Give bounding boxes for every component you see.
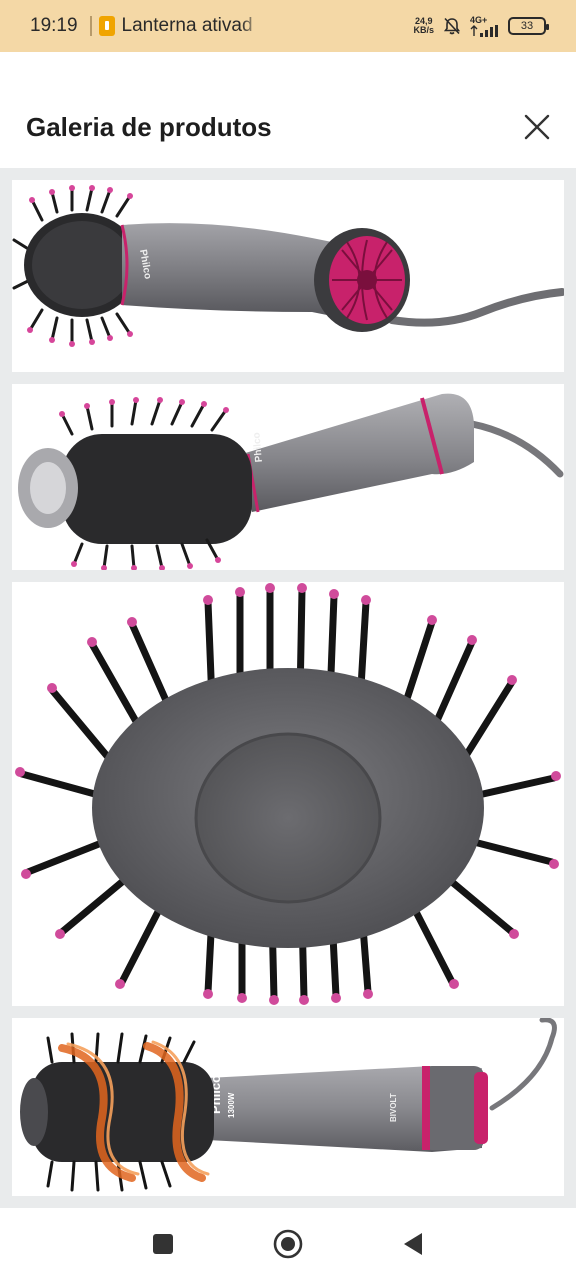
flashlight-icon <box>98 16 115 36</box>
close-icon <box>524 114 550 140</box>
voltage-label: BIVOLT <box>389 1093 398 1122</box>
wattage-label: 1300W <box>227 1092 236 1118</box>
product-image-4[interactable]: Philco 1300W BIVOLT <box>12 1018 564 1196</box>
product-image-3[interactable] <box>12 582 564 1006</box>
system-nav-bar <box>0 1208 576 1280</box>
product-image-1[interactable]: Philco <box>12 180 564 372</box>
network-speed-unit: KB/s <box>413 25 434 35</box>
recent-apps-button[interactable] <box>143 1224 183 1264</box>
close-button[interactable] <box>520 110 554 144</box>
status-bar: 19:19 Lanterna ativad 24,9 KB/s 4G+ 33 <box>0 0 576 52</box>
status-indicators: 24,9 KB/s 4G+ 33 <box>413 15 549 37</box>
battery-level: 33 <box>520 20 534 32</box>
gallery-header: Galeria de produtos <box>0 52 576 168</box>
square-icon <box>152 1234 173 1254</box>
brand-label: Philco <box>251 432 265 463</box>
product-image-2[interactable]: Philco <box>12 384 564 570</box>
home-button[interactable] <box>268 1224 308 1264</box>
status-notification: Lanterna ativad <box>121 15 253 36</box>
network-type: 4G+ <box>470 15 488 25</box>
circle-icon <box>273 1229 303 1259</box>
triangle-back-icon <box>404 1233 423 1255</box>
signal-group: 4G+ <box>470 15 500 37</box>
battery-indicator: 33 <box>508 17 549 35</box>
status-time: 19:19 <box>30 15 78 36</box>
product-gallery[interactable]: Philco Philco Philco 1300W BIVOLT <box>0 168 576 1208</box>
back-button[interactable] <box>393 1224 433 1264</box>
page-title: Galeria de produtos <box>26 112 272 142</box>
bell-off-icon <box>443 17 461 35</box>
signal-icon <box>470 25 498 37</box>
network-speed: 24,9 KB/s <box>413 17 434 35</box>
status-divider <box>89 16 92 36</box>
